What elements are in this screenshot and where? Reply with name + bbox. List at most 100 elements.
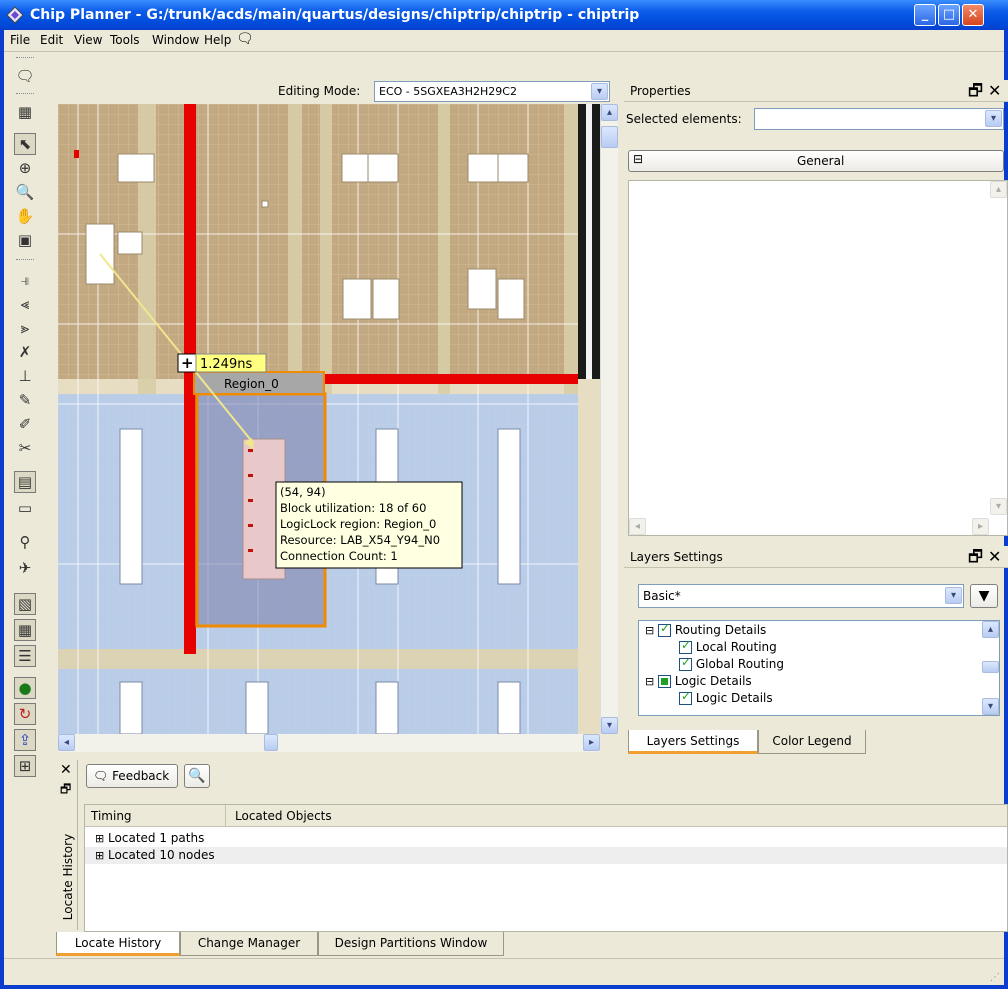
scroll-down-icon[interactable]: ▾ <box>982 698 999 715</box>
table-icon[interactable]: ▦ <box>14 619 36 641</box>
close-button[interactable]: ✕ <box>962 4 984 26</box>
scroll-left-icon[interactable]: ◂ <box>58 734 75 751</box>
float-icon[interactable]: 🗗 <box>968 80 983 102</box>
feedback-menu-icon[interactable]: 🗨 <box>236 31 254 47</box>
table-row[interactable]: ⊞ Located 1 paths <box>95 831 204 845</box>
close-panel-icon[interactable]: ✕ <box>988 80 1001 102</box>
tree-row-local-routing[interactable]: Local Routing <box>679 638 777 654</box>
chevron-down-icon[interactable]: ▾ <box>985 110 1002 127</box>
scroll-up-icon[interactable]: ▴ <box>601 104 618 121</box>
tree-row-logic-details[interactable]: ⊟ Logic Details <box>645 674 752 688</box>
path-icon[interactable]: ⊥ <box>14 365 36 387</box>
tree-scroll-thumb[interactable] <box>982 661 999 673</box>
locate-history-label: Locate History <box>61 833 75 921</box>
probe-icon[interactable]: ✂ <box>14 437 36 459</box>
expand-icon[interactable]: ⊞ <box>95 832 104 845</box>
scroll-right-icon[interactable]: ▸ <box>972 518 989 535</box>
tree-row-logic-details-child[interactable]: Logic Details <box>679 689 773 705</box>
chevron-down-icon[interactable]: ▾ <box>591 83 608 100</box>
chip-canvas[interactable]: Region_0 + 1.249ns (54, 94) Block utiliz… <box>58 104 600 734</box>
checkbox-icon[interactable] <box>679 638 692 654</box>
menu-window[interactable]: Window <box>152 33 199 47</box>
layers-preset-select[interactable]: Basic* ▾ <box>638 584 964 608</box>
list-icon[interactable]: ☰ <box>14 645 36 667</box>
left-toolbar: 🗨 ▦ ⬉ ⊕ 🔍 ✋ ▣ ⫣ ⪡ ⪢ ✗ ⊥ ✎ ✐ ✂ ▤ ▭ ⚲ ✈ ▧ … <box>4 53 46 933</box>
checkbox-icon[interactable] <box>658 621 672 637</box>
float-icon[interactable]: 🗗 <box>60 780 71 801</box>
scroll-down-icon[interactable]: ▾ <box>601 717 618 734</box>
scroll-down-icon[interactable]: ▾ <box>990 498 1007 515</box>
terminal-icon[interactable]: ▭ <box>14 497 36 519</box>
menu-file[interactable]: File <box>10 33 30 47</box>
minimize-button[interactable]: _ <box>914 4 936 26</box>
menu-edit[interactable]: Edit <box>40 33 63 47</box>
tree-row-global-routing[interactable]: Global Routing <box>679 655 784 671</box>
tab-design-partitions[interactable]: Design Partitions Window <box>318 932 504 956</box>
maximize-button[interactable]: □ <box>938 4 960 26</box>
canvas-vertical-scrollbar[interactable]: ▴ ▾ <box>600 104 618 734</box>
menu-tools[interactable]: Tools <box>110 33 140 47</box>
column-located-objects[interactable]: Located Objects <box>235 809 332 823</box>
tab-locate-history[interactable]: Locate History <box>56 932 180 956</box>
zoom-icon[interactable]: 🔍 <box>14 181 36 203</box>
tab-color-legend[interactable]: Color Legend <box>758 730 866 754</box>
selection-tool-icon[interactable]: ⬉ <box>14 133 36 155</box>
upload-icon[interactable]: ⇪ <box>14 729 36 751</box>
scroll-right-icon[interactable]: ▸ <box>583 734 600 751</box>
locate-icon[interactable]: ✈ <box>14 557 36 579</box>
zoom-in-icon[interactable]: ⊕ <box>14 157 36 179</box>
selected-elements-select[interactable]: ▾ <box>754 108 1004 130</box>
resize-grip-icon[interactable]: ⋰ <box>990 972 1000 983</box>
checkbox-icon[interactable] <box>679 689 692 705</box>
locate-button[interactable]: 🔍 <box>184 764 210 788</box>
scroll-left-icon[interactable]: ◂ <box>629 518 646 535</box>
close-panel-icon[interactable]: ✕ <box>60 762 72 778</box>
hscroll-thumb[interactable] <box>264 734 278 751</box>
delay-label: 1.249ns <box>200 357 252 372</box>
delete-path-icon[interactable]: ✗ <box>14 341 36 363</box>
checkbox-icon[interactable] <box>679 655 692 671</box>
edit-icon[interactable]: ✐ <box>14 413 36 435</box>
scroll-up-icon[interactable]: ▴ <box>990 181 1007 198</box>
checkbox-icon[interactable] <box>658 675 672 688</box>
scroll-up-icon[interactable]: ▴ <box>982 621 999 638</box>
refresh-icon[interactable]: ↻ <box>14 703 36 725</box>
menu-view[interactable]: View <box>74 33 102 47</box>
tab-change-manager[interactable]: Change Manager <box>180 932 318 956</box>
tab-layers-settings[interactable]: Layers Settings <box>628 730 758 754</box>
table-row[interactable]: ⊞ Located 10 nodes <box>95 848 215 862</box>
close-panel-icon[interactable]: ✕ <box>988 546 1001 568</box>
properties-icon[interactable]: ▧ <box>14 593 36 615</box>
editing-mode-select[interactable]: ECO - 5SGXEA3H2H29C2 ▾ <box>374 81 610 102</box>
feedback-icon[interactable]: 🗨 <box>14 65 36 87</box>
block-view-icon[interactable]: ▤ <box>14 471 36 493</box>
hand-tool-icon[interactable]: ✋ <box>14 205 36 227</box>
canvas-horizontal-scrollbar[interactable]: ◂ ▸ <box>58 734 600 752</box>
hierarchy-icon[interactable]: ⊞ <box>14 755 36 777</box>
menu-help[interactable]: Help <box>204 33 231 47</box>
expand-path-icon[interactable]: + <box>181 354 194 372</box>
feedback-button[interactable]: 🗨 Feedback <box>86 764 178 788</box>
expand-icon[interactable]: ⊟ <box>645 624 654 637</box>
layers-preset-value: Basic* <box>643 589 681 603</box>
feedback-label: Feedback <box>112 769 170 783</box>
pen-icon[interactable]: ✎ <box>14 389 36 411</box>
scroll-thumb[interactable] <box>601 126 618 148</box>
fanout-icon[interactable]: ⪢ <box>14 317 36 339</box>
chevron-down-icon[interactable]: ▾ <box>945 587 962 604</box>
column-timing[interactable]: Timing <box>91 809 132 823</box>
find-icon[interactable]: ⚲ <box>14 531 36 553</box>
collapse-icon[interactable]: ⊟ <box>633 152 643 166</box>
fanin-icon[interactable]: ⪡ <box>14 293 36 315</box>
globe-icon[interactable]: ● <box>14 677 36 699</box>
expand-icon[interactable]: ⊞ <box>95 849 104 862</box>
expand-icon[interactable]: ⊟ <box>645 675 654 688</box>
report-icon[interactable]: ▦ <box>14 101 36 123</box>
tooltip-coord: (54, 94) <box>280 485 326 499</box>
region-icon[interactable]: ▣ <box>14 229 36 251</box>
tree-row-routing-details[interactable]: ⊟ Routing Details <box>645 621 766 637</box>
general-group-header[interactable]: ⊟ General <box>628 150 1004 172</box>
layers-menu-button[interactable]: ▼ <box>970 584 998 608</box>
routing-icon[interactable]: ⫣ <box>14 269 36 291</box>
float-icon[interactable]: 🗗 <box>968 546 983 568</box>
